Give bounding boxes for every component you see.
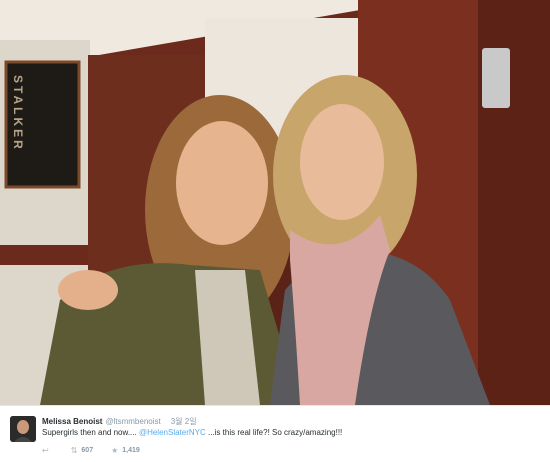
photo-scene: STALKER [0,0,550,405]
tweet-card: Melissa Benoist @ltsmmbenoist 3월 2일 Superg… [0,405,550,462]
retweet-button[interactable]: ⇅ 607 [71,446,93,455]
tweet-actions: ↩ ⇅ 607 ★ 1,419 [42,444,158,456]
tweet-text-start: Supergirls then and now.... [42,428,139,437]
avatar[interactable] [10,416,36,442]
tweet-text-end: ...is this real life?! So crazy/amazing!… [205,428,343,437]
door-hinge [482,48,510,108]
star-icon: ★ [111,445,119,455]
poster-text: STALKER [11,75,25,152]
tweet-timestamp[interactable]: 3월 2일 [171,417,197,426]
tweet-text: Supergirls then and now.... @HelenSlater… [42,428,342,437]
mention-link[interactable]: @HelenSlaterNYC [139,428,206,437]
reply-button[interactable]: ↩ [42,446,53,455]
favorite-count: 1,419 [122,446,140,454]
author-name[interactable]: Melissa Benoist [42,417,102,426]
reply-icon: ↩ [42,445,49,455]
tweet-photo[interactable]: STALKER [0,0,550,405]
tweet-header: Melissa Benoist @ltsmmbenoist 3월 2일 [42,416,197,427]
retweet-icon: ⇅ [70,445,78,455]
favorite-button[interactable]: ★ 1,419 [111,446,140,455]
author-handle[interactable]: @ltsmmbenoist [105,417,160,426]
retweet-count: 607 [81,446,94,454]
